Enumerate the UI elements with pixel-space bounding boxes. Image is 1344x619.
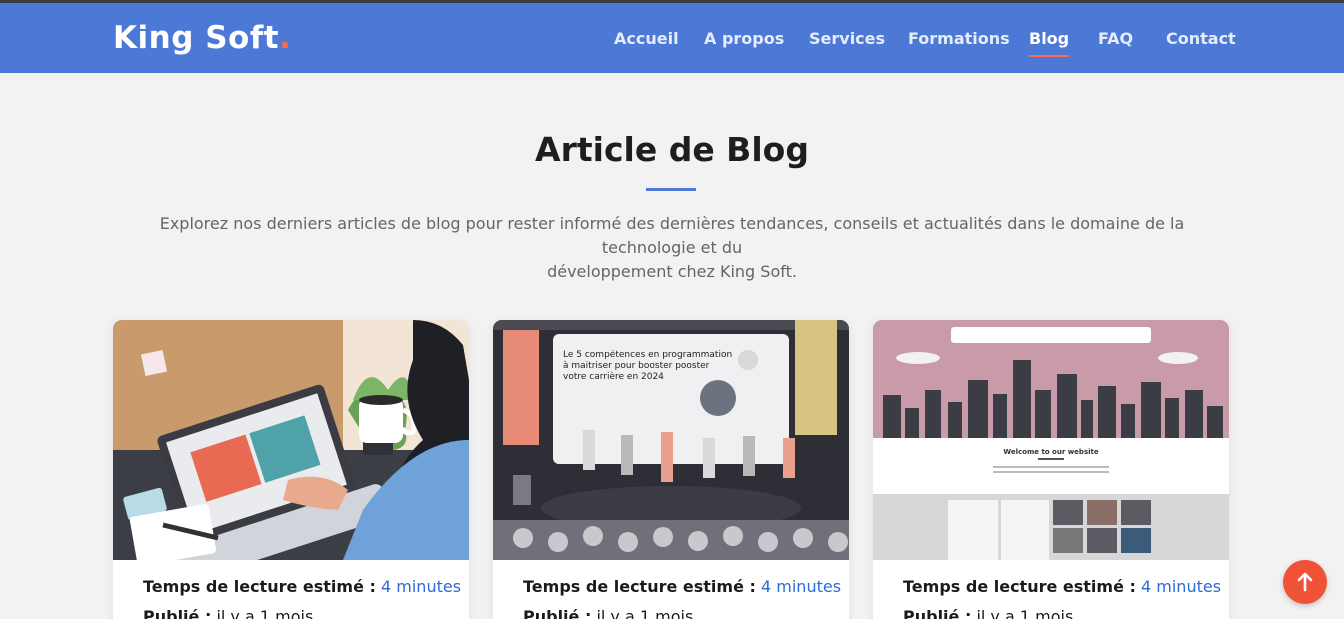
blog-card[interactable]: Welcome to our website Temps de lecture …	[873, 320, 1229, 619]
back-to-top-button[interactable]	[1283, 560, 1327, 604]
nav-accueil[interactable]: Accueil	[614, 29, 679, 48]
blog-card-image-text: Welcome to our website	[1003, 448, 1098, 456]
blog-card-image-text: Le 5 compétences en programmation à mait…	[563, 350, 733, 382]
main-nav: Accueil A propos Services Formations Blo…	[0, 29, 1344, 59]
nav-services[interactable]: Services	[809, 29, 885, 48]
nav-a-propos[interactable]: A propos	[704, 29, 784, 48]
published-date: Publié : il y a 1 mois	[903, 607, 1073, 619]
page-title: Article de Blog	[535, 130, 809, 169]
website-skyline-illustration: Welcome to our website	[873, 320, 1229, 560]
reading-time: Temps de lecture estimé : 4 minutes	[903, 577, 1221, 596]
arrow-up-icon	[1297, 572, 1313, 592]
published-value: il y a 1 mois	[596, 607, 694, 619]
reading-time-value: 4 minutes	[381, 577, 462, 596]
site-header: King Soft. Accueil A propos Services For…	[0, 0, 1344, 73]
blog-card[interactable]: Le 5 compétences en programmation à mait…	[493, 320, 849, 619]
published-label: Publié :	[143, 607, 212, 619]
intro-line-2: développement chez King Soft.	[547, 262, 797, 281]
blog-card-image[interactable]: Le 5 compétences en programmation à mait…	[493, 320, 849, 560]
nav-faq[interactable]: FAQ	[1098, 29, 1133, 48]
reading-time-value: 4 minutes	[761, 577, 842, 596]
reading-time: Temps de lecture estimé : 4 minutes	[523, 577, 841, 596]
nav-blog[interactable]: Blog	[1029, 29, 1070, 57]
nav-contact[interactable]: Contact	[1166, 29, 1236, 48]
reading-time-value: 4 minutes	[1141, 577, 1222, 596]
reading-time: Temps de lecture estimé : 4 minutes	[143, 577, 461, 596]
title-underline	[646, 188, 696, 191]
programming-skills-illustration: Le 5 compétences en programmation à mait…	[493, 320, 849, 560]
blog-card-image[interactable]: Welcome to our website	[873, 320, 1229, 560]
blog-card[interactable]: Temps de lecture estimé : 4 minutes Publ…	[113, 320, 469, 619]
blog-card-image[interactable]	[113, 320, 469, 560]
intro-line-1: Explorez nos derniers articles de blog p…	[159, 214, 1185, 257]
reading-time-label: Temps de lecture estimé :	[903, 577, 1136, 596]
published-label: Publié :	[523, 607, 592, 619]
reading-time-label: Temps de lecture estimé :	[523, 577, 756, 596]
published-label: Publié :	[903, 607, 972, 619]
published-date: Publié : il y a 1 mois	[143, 607, 313, 619]
nav-formations[interactable]: Formations	[908, 29, 1010, 48]
published-date: Publié : il y a 1 mois	[523, 607, 693, 619]
published-value: il y a 1 mois	[216, 607, 314, 619]
published-value: il y a 1 mois	[976, 607, 1074, 619]
page-intro: Explorez nos derniers articles de blog p…	[120, 212, 1224, 284]
coding-laptop-illustration	[113, 320, 469, 560]
reading-time-label: Temps de lecture estimé :	[143, 577, 376, 596]
